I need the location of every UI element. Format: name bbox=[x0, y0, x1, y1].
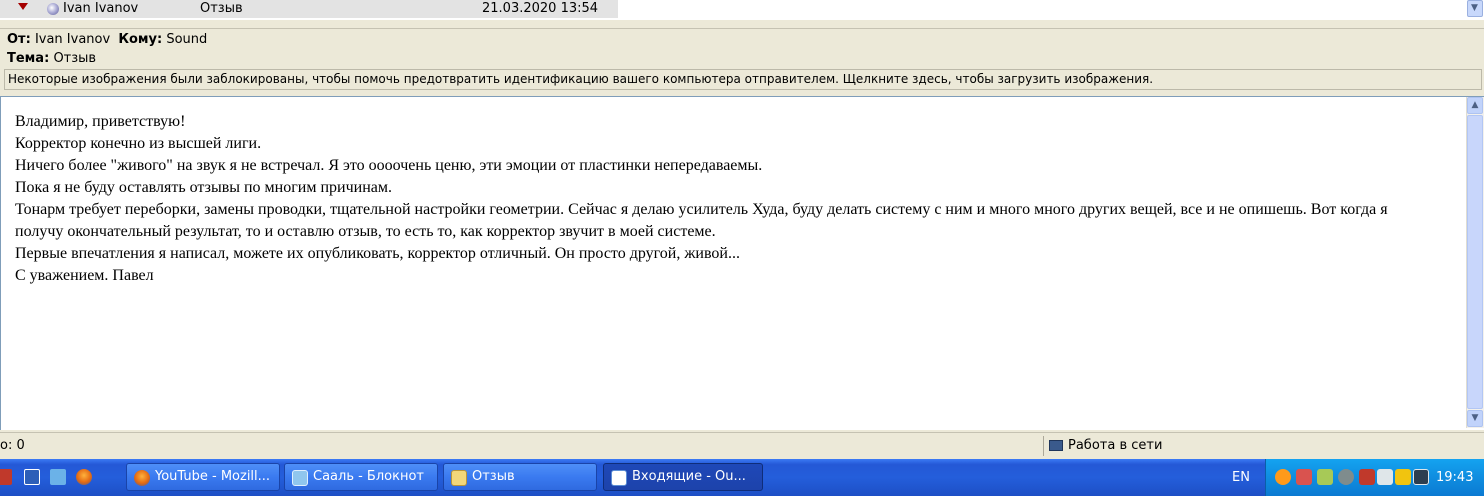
body-line: Корректор конечно из высшей лиги. bbox=[15, 135, 262, 152]
taskbar-button-folder[interactable]: Отзыв bbox=[443, 463, 597, 491]
message-date: 21.03.2020 13:54 bbox=[482, 1, 599, 16]
body-line: Первые впечатления я написал, можете их … bbox=[15, 245, 740, 262]
message-body[interactable]: Владимир, приветствую! Корректор конечно… bbox=[0, 96, 1484, 430]
status-message-count: о: 0 bbox=[0, 438, 25, 453]
list-scroll-down-button[interactable]: ▼ bbox=[1467, 0, 1483, 17]
from-label: От: bbox=[7, 32, 31, 47]
status-online: Работа в сети bbox=[1068, 438, 1163, 453]
taskbar: YouTube - Mozill... Сааль - Блокнот Отзы… bbox=[0, 459, 1484, 496]
chevron-down-icon: ▼ bbox=[1471, 3, 1478, 13]
body-line: Тонарм требует переборки, замены проводк… bbox=[15, 201, 1388, 240]
message-subject: Отзыв bbox=[200, 1, 243, 16]
scroll-down-button[interactable]: ▼ bbox=[1467, 410, 1483, 427]
info-icon[interactable] bbox=[1395, 469, 1411, 485]
from-value: Ivan Ivanov bbox=[34, 32, 111, 47]
clock[interactable]: 19:43 bbox=[1436, 459, 1473, 496]
body-scrollbar[interactable]: ▲ ▼ bbox=[1466, 97, 1484, 428]
security-alert-icon[interactable] bbox=[1296, 469, 1312, 485]
body-line: Ничего более "живого" на звук я не встре… bbox=[15, 157, 763, 174]
notepad-icon bbox=[292, 470, 308, 486]
message-row[interactable]: Ivan Ivanov Отзыв 21.03.2020 13:54 bbox=[0, 0, 618, 18]
chevron-up-icon: ▲ bbox=[1471, 100, 1479, 110]
subject-value: Отзыв bbox=[53, 51, 97, 66]
chevron-down-icon: ▼ bbox=[1471, 413, 1479, 423]
taskbar-button-label: Входящие - Ou... bbox=[632, 469, 746, 484]
firefox-icon bbox=[134, 470, 150, 486]
notepad-quicklaunch-icon[interactable] bbox=[50, 469, 66, 485]
scroll-up-button[interactable]: ▲ bbox=[1467, 97, 1483, 114]
scrollbar-thumb[interactable] bbox=[1467, 115, 1483, 409]
start-button-edge-icon[interactable] bbox=[0, 469, 12, 485]
body-line: С уважением. Павел bbox=[15, 267, 154, 284]
taskbar-button-label: Отзыв bbox=[472, 469, 515, 484]
to-value: Sound bbox=[166, 32, 208, 47]
monitor-icon[interactable] bbox=[1413, 469, 1429, 485]
taskbar-button-label: Сааль - Блокнот bbox=[313, 469, 424, 484]
flag-icon bbox=[18, 3, 28, 10]
folder-icon bbox=[451, 470, 467, 486]
status-bar: о: 0 Работа в сети bbox=[0, 432, 1484, 459]
subject-label: Тема: bbox=[7, 51, 50, 66]
firefox-quicklaunch-icon[interactable] bbox=[76, 469, 92, 485]
computer-icon bbox=[1049, 440, 1063, 451]
taskbar-button-outlook[interactable]: Входящие - Ou... bbox=[603, 463, 763, 491]
body-line: Пока я не буду оставлять отзывы по многи… bbox=[15, 179, 393, 196]
taskbar-button-youtube[interactable]: YouTube - Mozill... bbox=[126, 463, 280, 491]
read-status-icon bbox=[47, 3, 59, 15]
taskbar-button-notepad[interactable]: Сааль - Блокнот bbox=[284, 463, 438, 491]
outlook-express-icon bbox=[611, 470, 627, 486]
body-line: Владимир, приветствую! bbox=[15, 113, 186, 130]
network-connections-icon[interactable] bbox=[1317, 469, 1333, 485]
volume-icon[interactable] bbox=[1377, 469, 1393, 485]
message-list: Ivan Ivanov Отзыв 21.03.2020 13:54 ▼ bbox=[0, 0, 1484, 20]
word-icon[interactable] bbox=[24, 469, 40, 485]
status-divider bbox=[1043, 436, 1044, 456]
language-indicator[interactable]: EN bbox=[1232, 459, 1250, 496]
subject-line: Тема: Отзыв bbox=[7, 50, 96, 68]
system-tray: 19:43 bbox=[1265, 459, 1484, 496]
message-from: Ivan Ivanov bbox=[63, 1, 139, 16]
taskbar-button-label: YouTube - Mozill... bbox=[155, 469, 271, 484]
media-icon[interactable] bbox=[1359, 469, 1375, 485]
to-label: Кому: bbox=[118, 32, 163, 47]
settings-icon[interactable] bbox=[1338, 469, 1354, 485]
message-body-text: Владимир, приветствую! Корректор конечно… bbox=[15, 111, 1435, 287]
blocked-images-infobar[interactable]: Некоторые изображения были заблокированы… bbox=[4, 69, 1482, 90]
avast-icon[interactable] bbox=[1275, 469, 1291, 485]
from-line: От: Ivan Ivanov Кому: Sound bbox=[7, 31, 207, 49]
